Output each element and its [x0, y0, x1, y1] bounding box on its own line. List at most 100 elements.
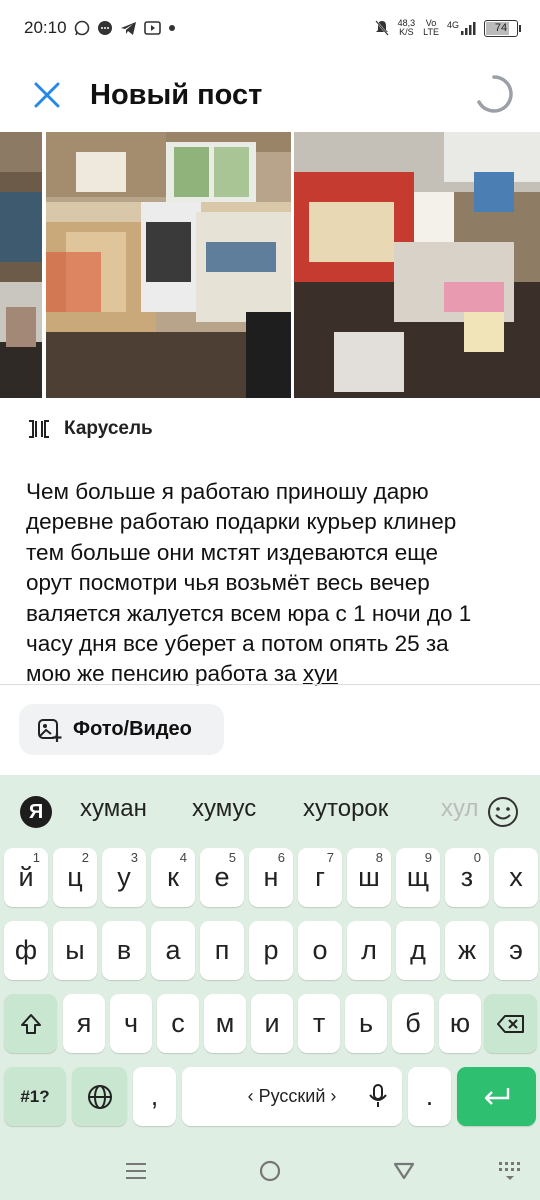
key-ю[interactable]: ю: [439, 994, 481, 1053]
key-и[interactable]: и: [251, 994, 293, 1053]
key-hint: 9: [424, 850, 432, 865]
key-hint: 7: [326, 850, 334, 865]
key-с[interactable]: с: [157, 994, 199, 1053]
emoji-icon[interactable]: [486, 795, 520, 829]
key-ш[interactable]: ш8: [347, 848, 391, 907]
key-э[interactable]: э: [494, 921, 538, 980]
home-button[interactable]: [250, 1156, 290, 1186]
key-label: ы: [65, 935, 85, 965]
key-ы[interactable]: ы: [53, 921, 97, 980]
suggestion-3[interactable]: хуторок: [303, 795, 388, 823]
carousel-label: Карусель: [64, 418, 153, 439]
yandex-logo-icon[interactable]: Я: [20, 796, 52, 828]
key-з[interactable]: з0: [445, 848, 489, 907]
space-key[interactable]: ‹ Русский ›: [182, 1067, 402, 1126]
menu-button[interactable]: [116, 1156, 156, 1186]
key-н[interactable]: н6: [249, 848, 293, 907]
key-в[interactable]: в: [102, 921, 146, 980]
loading-spinner-icon: [477, 75, 513, 113]
key-я[interactable]: я: [63, 994, 105, 1053]
key-к[interactable]: к4: [151, 848, 195, 907]
post-text-field[interactable]: Чем больше я работаю приношу дарю деревн…: [26, 477, 516, 690]
status-bar: 20:10 48,3 K/S Vo LTE 4G 74: [0, 0, 540, 56]
key-т[interactable]: т: [298, 994, 340, 1053]
add-photo-icon: [38, 718, 62, 742]
key-label: э: [509, 935, 523, 965]
key-label: ь: [358, 1008, 374, 1038]
back-button[interactable]: [384, 1156, 424, 1186]
post-text-line: деревне работаю подарки курьер клинер: [26, 509, 457, 535]
symbols-key[interactable]: #1?: [4, 1067, 66, 1126]
suggestion-2[interactable]: хумус: [192, 795, 256, 823]
key-л[interactable]: л: [347, 921, 391, 980]
shift-icon: [20, 1013, 41, 1034]
keyboard-hide-button[interactable]: [490, 1156, 530, 1186]
key-ч[interactable]: ч: [110, 994, 152, 1053]
key-label: с: [171, 1008, 185, 1038]
suggestion-4[interactable]: хул: [441, 795, 478, 823]
key-у[interactable]: у3: [102, 848, 146, 907]
key-label: у: [117, 862, 131, 892]
menu-icon: [126, 1163, 146, 1179]
key-х[interactable]: х: [494, 848, 538, 907]
carousel-toggle[interactable]: Карусель: [26, 418, 153, 440]
period-key[interactable]: .: [408, 1067, 451, 1126]
carousel-icon: [29, 420, 49, 438]
post-text-line: мою же пенсию работа за хуи: [26, 661, 338, 687]
photo-thumbnail-1[interactable]: [0, 132, 42, 398]
photo-carousel[interactable]: [0, 132, 540, 398]
post-text-line: валяется жалуется всем юра с 1 ночи до 1: [26, 600, 472, 626]
photo-thumbnail-2[interactable]: [46, 132, 291, 398]
key-label: в: [116, 935, 132, 965]
key-hint: 0: [473, 850, 481, 865]
enter-key[interactable]: [457, 1067, 536, 1126]
suggestion-1[interactable]: хуман: [80, 795, 147, 823]
dot-icon: [168, 24, 176, 32]
post-text-line: тем больше они мстят издеваются еще: [26, 539, 439, 565]
key-д[interactable]: д: [396, 921, 440, 980]
shift-key[interactable]: [4, 994, 57, 1053]
key-е[interactable]: е5: [200, 848, 244, 907]
autocorrect-word: хуи: [302, 661, 338, 687]
keyboard: Я хуман хумус хуторок хул #1? , ‹ Русски…: [0, 775, 540, 1200]
language-key[interactable]: [72, 1067, 127, 1126]
post-text-line: часу дня все уберет а потом опять 25 за: [26, 631, 449, 657]
key-label: з: [460, 862, 474, 892]
key-hint: 4: [179, 850, 187, 865]
key-label: х: [509, 862, 523, 892]
key-ь[interactable]: ь: [345, 994, 387, 1053]
key-label: а: [165, 935, 181, 965]
microphone-icon[interactable]: [368, 1083, 388, 1109]
key-й[interactable]: й1: [4, 848, 48, 907]
photo-thumbnail-3[interactable]: [294, 132, 540, 398]
key-г[interactable]: г7: [298, 848, 342, 907]
key-м[interactable]: м: [204, 994, 246, 1053]
key-ф[interactable]: ф: [4, 921, 48, 980]
close-button[interactable]: [22, 70, 72, 120]
key-п[interactable]: п: [200, 921, 244, 980]
key-ц[interactable]: ц2: [53, 848, 97, 907]
post-text-line: орут посмотри чья возьмёт весь вечер: [26, 570, 430, 596]
key-label: ж: [457, 935, 477, 965]
key-б[interactable]: б: [392, 994, 434, 1053]
key-р[interactable]: р: [249, 921, 293, 980]
key-щ[interactable]: щ9: [396, 848, 440, 907]
telegram-icon: [120, 21, 137, 36]
divider: [0, 684, 540, 685]
volte-indicator: Vo LTE: [423, 18, 439, 37]
key-label: ю: [449, 1008, 471, 1038]
key-label: ф: [14, 935, 38, 965]
keyboard-grid-icon: [499, 1162, 520, 1180]
signal-icon: 4G: [447, 21, 476, 35]
key-о[interactable]: о: [298, 921, 342, 980]
enter-icon: [484, 1087, 509, 1105]
key-ж[interactable]: ж: [445, 921, 489, 980]
comma-key[interactable]: ,: [133, 1067, 176, 1126]
key-hint: 8: [375, 850, 383, 865]
key-label: ч: [123, 1008, 139, 1038]
backspace-key[interactable]: [484, 994, 537, 1053]
key-label: о: [312, 935, 328, 965]
add-photo-video-button[interactable]: Фото/Видео: [19, 704, 224, 755]
key-label: р: [263, 935, 279, 965]
key-а[interactable]: а: [151, 921, 195, 980]
